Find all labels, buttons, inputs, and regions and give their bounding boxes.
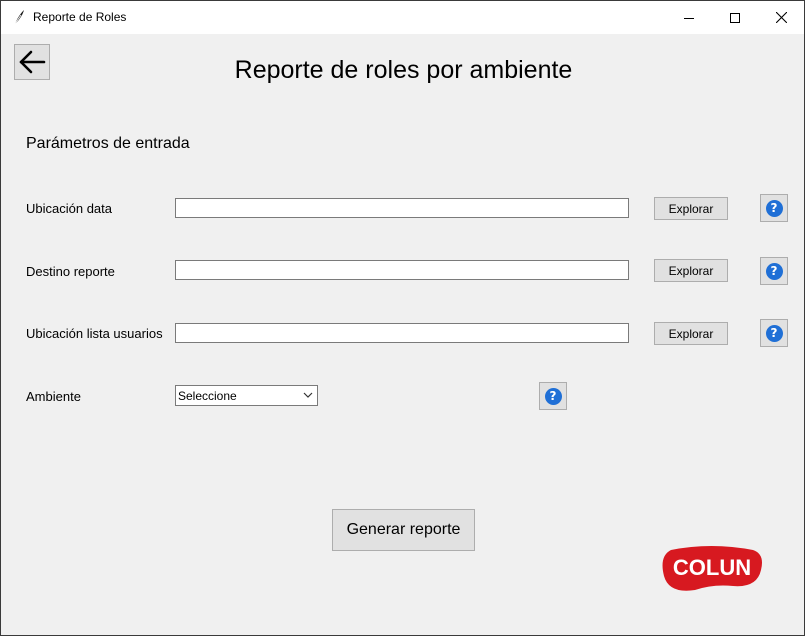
- logo-text: COLUN: [673, 555, 751, 580]
- data-location-label: Ubicación data: [26, 201, 112, 216]
- maximize-button[interactable]: [712, 1, 758, 34]
- maximize-icon: [730, 12, 740, 23]
- colun-logo: COLUN: [662, 546, 762, 591]
- close-button[interactable]: [758, 1, 804, 34]
- environment-select[interactable]: Seleccione: [175, 385, 318, 406]
- user-list-location-label: Ubicación lista usuarios: [26, 326, 163, 341]
- help-icon: ?: [765, 324, 783, 342]
- section-title: Parámetros de entrada: [26, 135, 190, 152]
- help-icon: ?: [544, 387, 562, 405]
- data-location-browse-button[interactable]: Explorar: [654, 197, 728, 220]
- environment-select-value: Seleccione: [178, 389, 237, 403]
- environment-help-button[interactable]: ?: [539, 382, 567, 410]
- data-location-help-button[interactable]: ?: [760, 194, 788, 222]
- help-icon: ?: [765, 262, 783, 280]
- report-destination-help-button[interactable]: ?: [760, 257, 788, 285]
- report-destination-input[interactable]: [175, 260, 629, 280]
- user-list-location-browse-button[interactable]: Explorar: [654, 322, 728, 345]
- user-list-location-help-button[interactable]: ?: [760, 319, 788, 347]
- generate-report-button[interactable]: Generar reporte: [332, 509, 475, 551]
- report-destination-label: Destino reporte: [26, 264, 115, 279]
- close-icon: [775, 12, 787, 23]
- help-icon: ?: [765, 199, 783, 217]
- feather-icon: [11, 9, 27, 25]
- chevron-down-icon: [303, 392, 313, 398]
- minimize-icon: [684, 17, 694, 19]
- user-list-location-input[interactable]: [175, 323, 629, 343]
- environment-label: Ambiente: [26, 389, 81, 404]
- main-content: Reporte de roles por ambiente Parámetros…: [1, 34, 804, 635]
- app-window: Reporte de Roles Reporte de roles por am…: [0, 0, 805, 636]
- minimize-button[interactable]: [666, 1, 712, 34]
- data-location-input[interactable]: [175, 198, 629, 218]
- title-bar: Reporte de Roles: [1, 1, 804, 34]
- report-destination-browse-button[interactable]: Explorar: [654, 259, 728, 282]
- window-title: Reporte de Roles: [33, 10, 127, 24]
- page-title: Reporte de roles por ambiente: [234, 56, 573, 84]
